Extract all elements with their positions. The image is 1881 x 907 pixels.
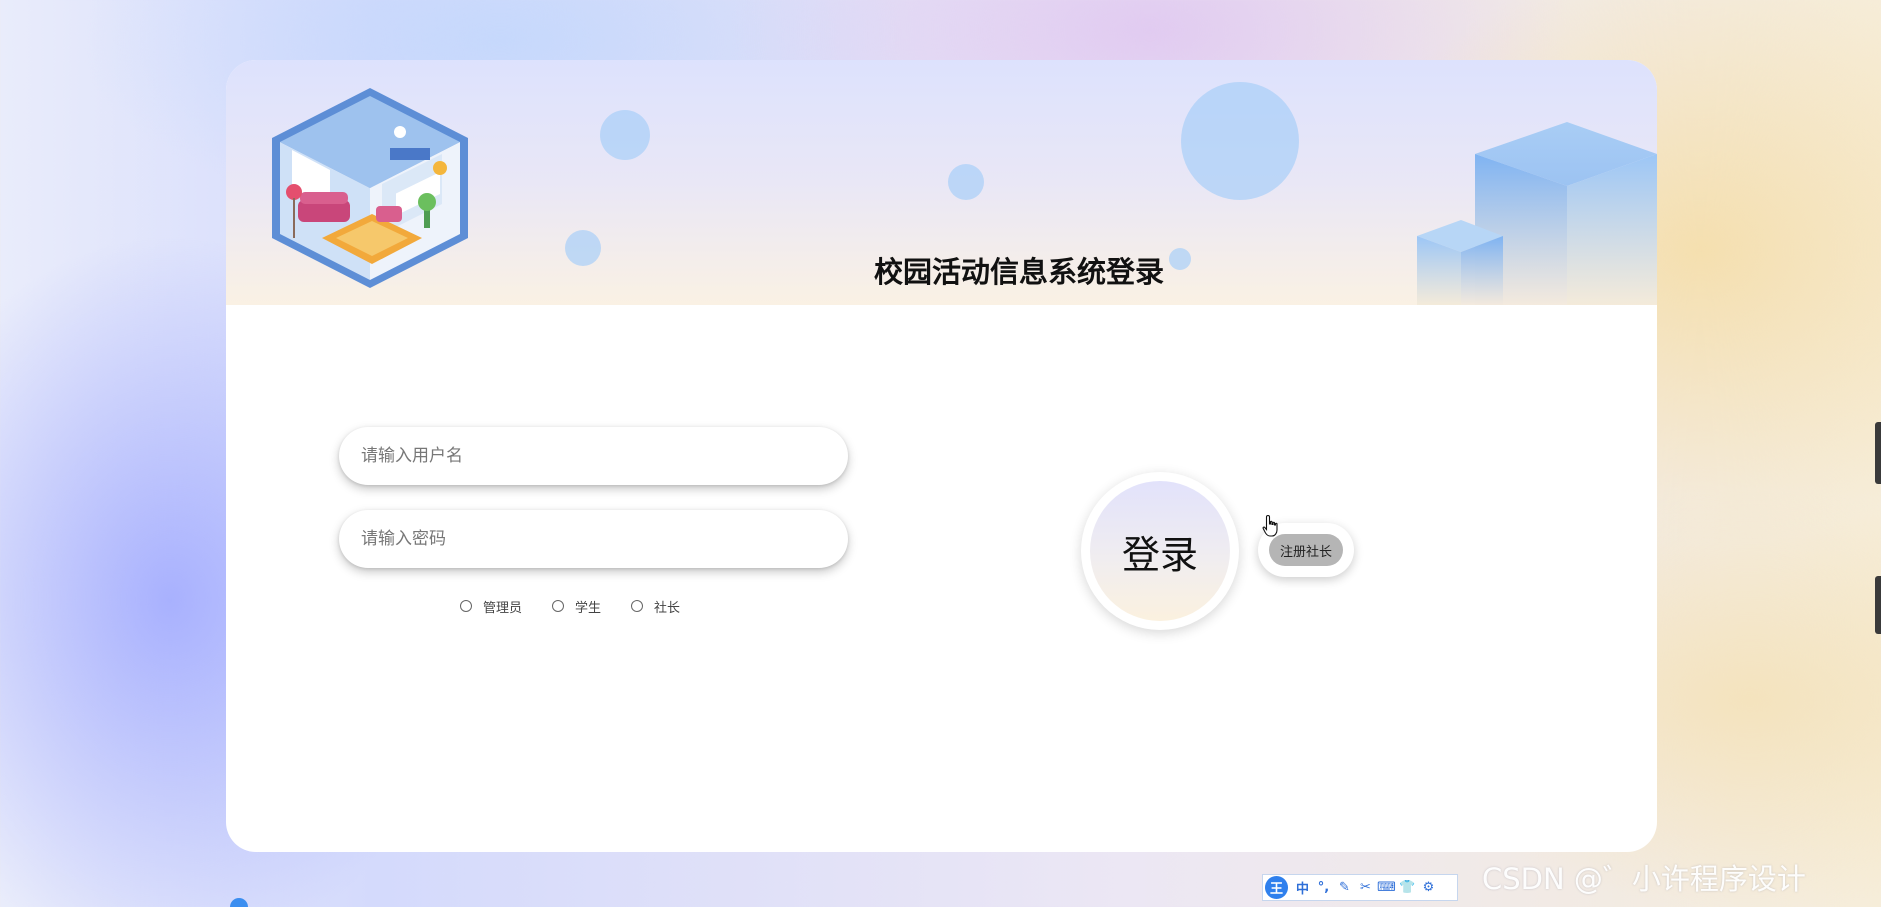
ime-toolbar: 王 中 °, ✎ ✂ ⌨ 👕 ⚙	[1262, 874, 1458, 901]
radio-icon[interactable]	[552, 600, 565, 612]
password-input[interactable]	[339, 510, 848, 568]
page-title: 校园活动信息系统登录	[873, 255, 1165, 289]
ime-settings-icon[interactable]: ⚙	[1418, 877, 1439, 898]
role-option-admin[interactable]: 管理员	[460, 597, 522, 616]
decor-bubble	[600, 110, 650, 160]
login-button-label: 登录	[1090, 481, 1230, 621]
radio-icon[interactable]	[631, 600, 644, 612]
cube-decoration	[1417, 122, 1657, 305]
ime-logo-icon[interactable]: 王	[1265, 876, 1288, 899]
edge-tab[interactable]	[1875, 422, 1881, 484]
register-button-label: 注册社长	[1269, 534, 1343, 566]
room-illustration	[272, 88, 468, 288]
login-button[interactable]: 登录	[1081, 472, 1239, 630]
role-option-student[interactable]: 学生	[552, 597, 601, 616]
role-label: 管理员	[483, 600, 523, 616]
ime-scissors-icon[interactable]: ✂	[1355, 877, 1376, 898]
decor-bubble	[948, 164, 984, 200]
watermark: CSDN @゛小许程序设计	[1482, 862, 1806, 896]
role-radio-group: 管理员 学生 社长	[460, 596, 710, 616]
decor-bubble	[1169, 248, 1191, 270]
ime-punctuation-icon[interactable]: °,	[1313, 877, 1334, 898]
role-option-club-leader[interactable]: 社长	[631, 597, 680, 616]
username-input[interactable]	[339, 427, 848, 485]
radio-icon[interactable]	[460, 600, 472, 612]
role-label: 学生	[575, 600, 602, 616]
ime-handwrite-icon[interactable]: ✎	[1334, 877, 1355, 898]
decor-bubble	[1181, 82, 1299, 200]
ime-chinese-mode-icon[interactable]: 中	[1292, 877, 1313, 898]
hand-cursor-icon	[1262, 514, 1278, 537]
ime-skin-icon[interactable]: 👕	[1397, 877, 1418, 898]
ime-keyboard-icon[interactable]: ⌨	[1376, 877, 1397, 898]
edge-tab[interactable]	[1875, 576, 1881, 634]
corner-dot	[230, 898, 248, 907]
decor-bubble	[565, 230, 601, 266]
role-label: 社长	[654, 600, 681, 616]
